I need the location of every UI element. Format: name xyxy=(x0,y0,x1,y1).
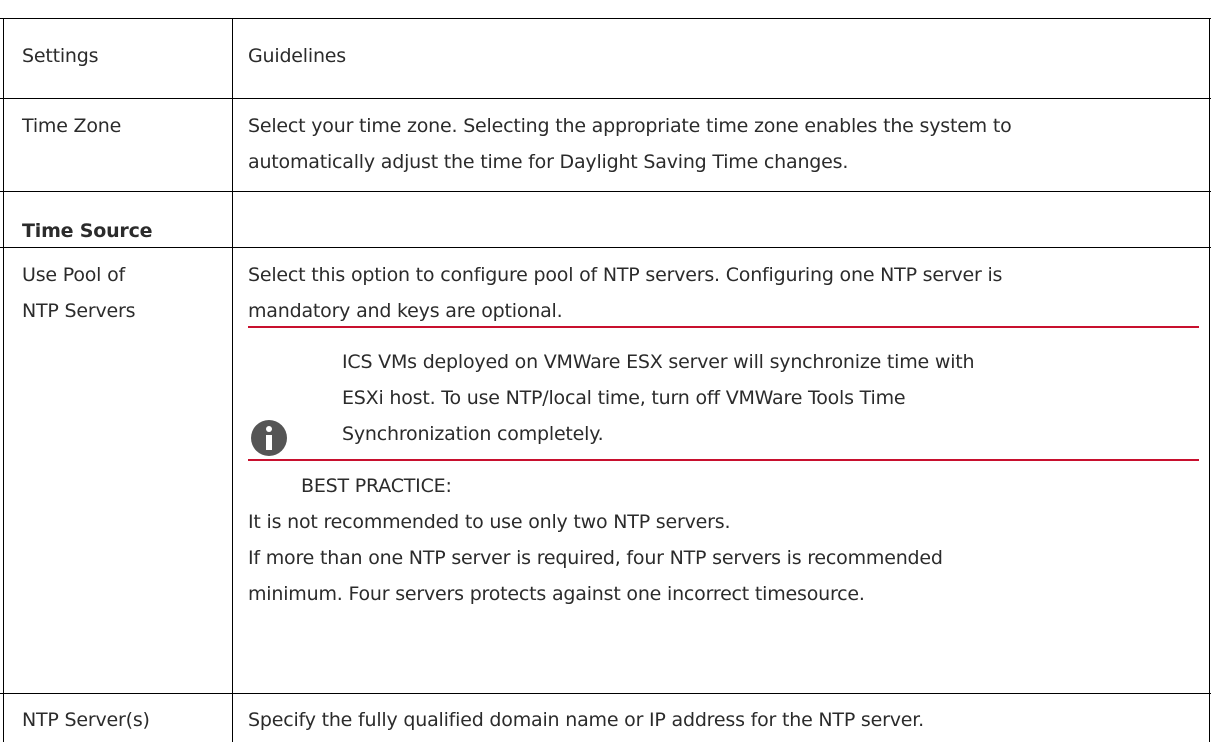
table-border-left xyxy=(3,18,4,742)
setting-use-pool: Use Pool of xyxy=(22,264,125,286)
column-divider xyxy=(232,18,233,247)
note-top-rule xyxy=(248,326,1199,328)
best-practice-line: minimum. Four servers protects against o… xyxy=(248,583,865,605)
best-practice-line: If more than one NTP server is required,… xyxy=(248,547,943,569)
guideline-line: Specify the fully qualified domain name … xyxy=(248,709,924,731)
guideline-line: mandatory and keys are optional. xyxy=(248,300,563,322)
setting-ntp-servers: NTP Server(s) xyxy=(22,709,150,731)
info-icon xyxy=(251,420,287,456)
guideline-line: automatically adjust the time for Daylig… xyxy=(248,151,849,173)
column-divider xyxy=(232,247,233,742)
guideline-line: Select your time zone. Selecting the app… xyxy=(248,115,1012,137)
note-bottom-rule xyxy=(248,459,1199,461)
setting-time-zone: Time Zone xyxy=(22,115,122,137)
header-settings: Settings xyxy=(22,45,99,67)
settings-table: Settings Guidelines Time Zone Select you… xyxy=(0,0,1211,742)
setting-use-pool: NTP Servers xyxy=(22,300,136,322)
header-guidelines: Guidelines xyxy=(248,45,346,67)
header-row-divider xyxy=(0,98,1211,99)
best-practice-line: It is not recommended to use only two NT… xyxy=(248,511,731,533)
note-line: ESXi host. To use NTP/local time, turn o… xyxy=(342,387,906,409)
table-border-right xyxy=(1209,18,1210,742)
note-line: Synchronization completely. xyxy=(342,423,604,445)
guideline-line: Select this option to configure pool of … xyxy=(248,264,1003,286)
pool-row-divider xyxy=(0,693,1211,694)
time-source-row-divider xyxy=(0,247,1211,248)
section-time-source: Time Source xyxy=(22,220,153,242)
time-zone-row-divider xyxy=(0,191,1211,192)
table-border-top xyxy=(0,18,1211,19)
best-practice-title: BEST PRACTICE: xyxy=(301,475,452,497)
note-line: ICS VMs deployed on VMWare ESX server wi… xyxy=(342,351,975,373)
